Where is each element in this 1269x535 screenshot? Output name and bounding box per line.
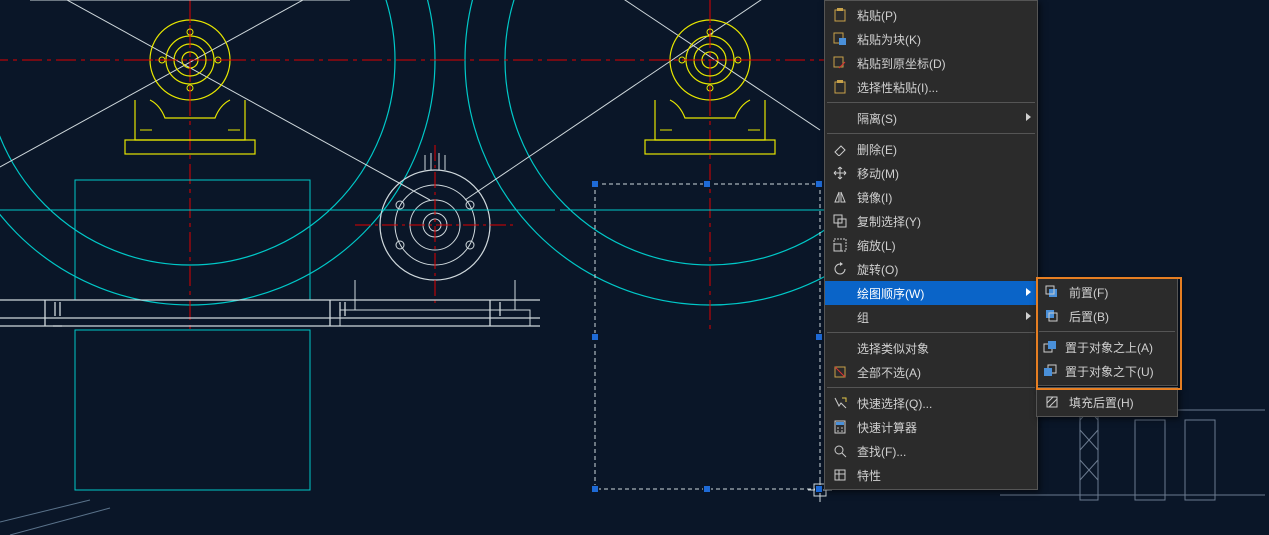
selection-grip[interactable] (591, 180, 599, 188)
menu-separator (1039, 331, 1175, 332)
mirror-icon (831, 188, 849, 206)
selection-grip[interactable] (815, 333, 823, 341)
menu-find[interactable]: 查找(F)... (825, 439, 1037, 463)
submenu-send-back[interactable]: 后置(B) (1037, 304, 1177, 328)
context-menu: 粘贴(P) 粘贴为块(K) 粘贴到原坐标(D) 选择性粘贴(I)... 隔离(S… (824, 0, 1038, 490)
menu-label: 粘贴(P) (857, 7, 897, 24)
scale-icon (831, 236, 849, 254)
menu-label: 置于对象之上(A) (1065, 339, 1153, 356)
menu-label: 填充后置(H) (1069, 394, 1134, 411)
menu-separator (827, 102, 1035, 103)
draworder-submenu: 前置(F) 后置(B) 置于对象之上(A) 置于对象之下(U) (1036, 277, 1178, 386)
menu-select-similar[interactable]: 选择类似对象 (825, 336, 1037, 360)
menu-label: 后置(B) (1069, 308, 1109, 325)
paste-block-icon (831, 30, 849, 48)
erase-icon (831, 140, 849, 158)
menu-label: 置于对象之下(U) (1065, 363, 1154, 380)
menu-separator (827, 133, 1035, 134)
send-back-icon (1043, 307, 1061, 325)
menu-isolate[interactable]: 隔离(S) (825, 106, 1037, 130)
menu-label: 查找(F)... (857, 443, 906, 460)
selection-grip[interactable] (815, 180, 823, 188)
find-icon (831, 442, 849, 460)
menu-draw-order[interactable]: 绘图顺序(W) (825, 281, 1037, 305)
menu-label: 选择性粘贴(I)... (857, 79, 938, 96)
menu-label: 快速计算器 (857, 419, 917, 436)
selection-grip[interactable] (815, 485, 823, 493)
menu-label: 缩放(L) (857, 237, 896, 254)
menu-label: 组 (857, 309, 869, 326)
menu-label: 删除(E) (857, 141, 897, 158)
menu-paste[interactable]: 粘贴(P) (825, 3, 1037, 27)
menu-paste-block[interactable]: 粘贴为块(K) (825, 27, 1037, 51)
menu-label: 镜像(I) (857, 189, 892, 206)
bring-front-icon (1043, 283, 1061, 301)
menu-separator (827, 332, 1035, 333)
blank-icon (831, 308, 849, 326)
menu-mirror[interactable]: 镜像(I) (825, 185, 1037, 209)
submenu-hatch-back[interactable]: 填充后置(H) (1037, 390, 1177, 414)
above-object-icon (1043, 338, 1057, 356)
qselect-icon (831, 394, 849, 412)
menu-rotate[interactable]: 旋转(O) (825, 257, 1037, 281)
rotate-icon (831, 260, 849, 278)
menu-label: 复制选择(Y) (857, 213, 921, 230)
selection-grip[interactable] (703, 180, 711, 188)
submenu-arrow-icon (1026, 113, 1031, 121)
submenu-arrow-icon (1026, 288, 1031, 296)
menu-label: 旋转(O) (857, 261, 898, 278)
menu-paste-special[interactable]: 选择性粘贴(I)... (825, 75, 1037, 99)
draworder-submenu-tail: 填充后置(H) (1036, 387, 1178, 417)
menu-label: 绘图顺序(W) (857, 285, 924, 302)
menu-separator (827, 387, 1035, 388)
deselect-icon (831, 363, 849, 381)
submenu-above-object[interactable]: 置于对象之上(A) (1037, 335, 1177, 359)
submenu-bring-front[interactable]: 前置(F) (1037, 280, 1177, 304)
menu-label: 粘贴到原坐标(D) (857, 55, 946, 72)
cad-drawing (0, 0, 1269, 535)
paste-icon (831, 6, 849, 24)
menu-label: 粘贴为块(K) (857, 31, 921, 48)
selection-grip[interactable] (591, 485, 599, 493)
menu-erase[interactable]: 删除(E) (825, 137, 1037, 161)
hatch-back-icon (1043, 393, 1061, 411)
selection-grip[interactable] (703, 485, 711, 493)
below-object-icon (1043, 362, 1057, 380)
menu-scale[interactable]: 缩放(L) (825, 233, 1037, 257)
properties-icon (831, 466, 849, 484)
menu-paste-orig[interactable]: 粘贴到原坐标(D) (825, 51, 1037, 75)
calculator-icon (831, 418, 849, 436)
menu-copy-selection[interactable]: 复制选择(Y) (825, 209, 1037, 233)
paste-orig-icon (831, 54, 849, 72)
menu-label: 选择类似对象 (857, 340, 929, 357)
menu-label: 全部不选(A) (857, 364, 921, 381)
paste-special-icon (831, 78, 849, 96)
menu-move[interactable]: 移动(M) (825, 161, 1037, 185)
menu-properties[interactable]: 特性 (825, 463, 1037, 487)
menu-deselect-all[interactable]: 全部不选(A) (825, 360, 1037, 384)
blank-icon (831, 339, 849, 357)
menu-label: 移动(M) (857, 165, 899, 182)
menu-quick-select[interactable]: 快速选择(Q)... (825, 391, 1037, 415)
menu-label: 隔离(S) (857, 110, 897, 127)
menu-quickcalc[interactable]: 快速计算器 (825, 415, 1037, 439)
submenu-below-object[interactable]: 置于对象之下(U) (1037, 359, 1177, 383)
copy-icon (831, 212, 849, 230)
submenu-arrow-icon (1026, 312, 1031, 320)
blank-icon (831, 109, 849, 127)
move-icon (831, 164, 849, 182)
menu-group[interactable]: 组 (825, 305, 1037, 329)
drawing-canvas[interactable] (0, 0, 1269, 535)
blank-icon (831, 284, 849, 302)
menu-label: 前置(F) (1069, 284, 1108, 301)
menu-label: 快速选择(Q)... (857, 395, 932, 412)
selection-grip[interactable] (591, 333, 599, 341)
menu-label: 特性 (857, 467, 881, 484)
